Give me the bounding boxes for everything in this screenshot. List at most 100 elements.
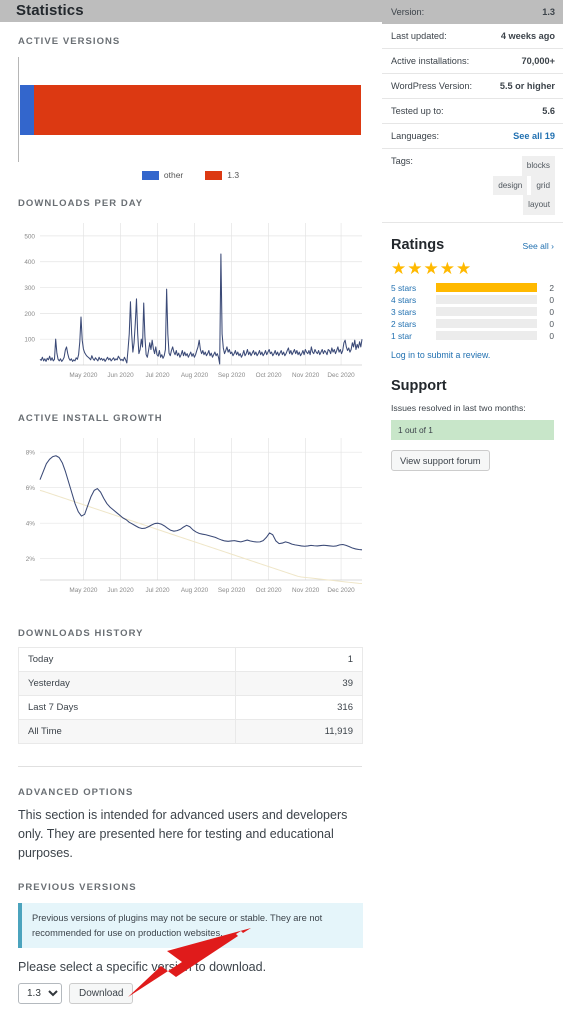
y-tick-label: 200 xyxy=(24,311,35,318)
submit-review-link[interactable]: Log in to submit a review. xyxy=(391,350,554,360)
active-install-growth-chart: 2% 4% 6% 8% May 2020 Jun 2020 Jul 2020 Aug 2020… xyxy=(26,438,363,594)
rating-label-link[interactable]: 1 star xyxy=(391,331,431,341)
series-growth xyxy=(39,455,363,551)
table-row: Yesterday 39 xyxy=(18,671,364,696)
view-support-forum-button[interactable]: View support forum xyxy=(391,449,490,471)
legend-item-1.3: 1.3 xyxy=(205,170,239,180)
legend-label-other: other xyxy=(163,170,184,180)
x-tick-label: Jul 2020 xyxy=(145,587,170,594)
history-count-value: 1 xyxy=(234,647,364,672)
meta-value[interactable]: See all 19 xyxy=(480,124,563,149)
meta-value: 1.3 xyxy=(542,7,555,17)
x-tick-label: Nov 2020 xyxy=(292,372,320,379)
x-tick-label: Dec 2020 xyxy=(327,587,355,594)
active-install-growth-heading: Active Install Growth xyxy=(18,413,163,424)
x-tick-label: Jul 2020 xyxy=(145,372,170,379)
ratings-see-all-link[interactable]: See all › xyxy=(522,241,554,251)
rating-bar-track xyxy=(436,319,537,329)
x-tick-label: Jun 2020 xyxy=(107,587,134,594)
meta-row: WordPress Version: 5.5 or higher xyxy=(382,74,563,99)
star-rating: ★★★★★ xyxy=(391,258,473,278)
downloads-per-day-chart: 100 200 300 400 500 May 2020 Jun 2020 Jul 2020 A… xyxy=(24,223,363,379)
support-title: Support xyxy=(391,377,447,394)
active-versions-heading: Active Versions xyxy=(18,36,121,47)
y-tick-label: 4% xyxy=(26,521,36,528)
rating-row: 5 stars 2 xyxy=(391,283,554,293)
tag-grid[interactable]: grid xyxy=(531,175,555,196)
rating-label-link[interactable]: 4 stars xyxy=(391,295,431,305)
version-segment-other xyxy=(20,85,34,135)
rating-label-link[interactable]: 3 stars xyxy=(391,307,431,317)
rating-label-link[interactable]: 5 stars xyxy=(391,283,431,293)
history-period-label: Yesterday xyxy=(18,671,236,696)
rating-row: 3 stars 0 xyxy=(391,307,554,317)
history-period-label: All Time xyxy=(18,719,236,744)
rating-label-link[interactable]: 2 stars xyxy=(391,319,431,329)
meta-value: 5.6 xyxy=(542,106,555,116)
tag-blocks[interactable]: blocks xyxy=(521,156,555,176)
x-tick-label: Sep 2020 xyxy=(218,587,246,594)
tag-layout[interactable]: layout xyxy=(523,195,555,215)
y-tick-label: 8% xyxy=(26,450,36,457)
tag-design[interactable]: design xyxy=(493,175,528,196)
y-tick-label: 2% xyxy=(26,556,36,563)
previous-versions-heading: Previous Versions xyxy=(18,882,137,894)
y-tick-label: 6% xyxy=(26,485,36,492)
page-title: Statistics xyxy=(16,2,84,19)
meta-key: Languages: xyxy=(391,131,440,141)
meta-value: 70,000+ xyxy=(521,56,555,66)
languages-link[interactable]: See all 19 xyxy=(513,131,555,141)
statistics-page: Statistics Active Versions other 1.3 Down… xyxy=(0,0,563,1024)
legend-swatch-1.3 xyxy=(205,170,223,180)
y-tick-label: 300 xyxy=(24,285,35,292)
tag-list: blocksdesign gridlayout xyxy=(480,149,563,223)
version-select[interactable]: 1.3 xyxy=(18,983,62,1005)
plugin-meta-table: Version: 1.3 Last updated: 4 weeks ago Activ… xyxy=(382,0,563,223)
version-segment-1.3 xyxy=(33,85,361,135)
active-install-growth-section: Active Install Growth 2% 4% 6% 8% May 2020 Ju… xyxy=(0,413,380,610)
rating-count: 2 xyxy=(549,282,554,293)
downloads-history-section: Downloads History Today 1 Yesterday 39 Last … xyxy=(0,628,380,744)
meta-key: Last updated: xyxy=(391,31,447,41)
active-versions-section: Active Versions other 1.3 xyxy=(0,36,380,180)
y-tick-label: 400 xyxy=(24,259,35,266)
meta-key: Active installations: xyxy=(391,56,470,66)
download-button[interactable]: Download xyxy=(69,983,134,1005)
x-tick-label: Oct 2020 xyxy=(256,372,282,379)
x-tick-label: Sep 2020 xyxy=(218,372,246,379)
x-tick-label: May 2020 xyxy=(69,372,98,379)
downloads-per-day-heading: Downloads Per Day xyxy=(18,198,144,209)
meta-key: WordPress Version: xyxy=(391,81,473,91)
meta-key: Tested up to: xyxy=(391,106,444,116)
x-tick-label: Dec 2020 xyxy=(327,372,355,379)
x-tick-label: Aug 2020 xyxy=(181,587,209,594)
rating-row: 4 stars 0 xyxy=(391,295,554,305)
rating-bar-track xyxy=(436,295,537,305)
advanced-options-section: Advanced Options This section is intende… xyxy=(0,787,380,1005)
ratings-header: Ratings See all › xyxy=(391,237,554,253)
rating-row: 2 stars 0 xyxy=(391,319,554,329)
previous-versions-notice: Previous versions of plugins may not be … xyxy=(18,903,363,949)
legend-item-other: other xyxy=(141,170,184,180)
series-downloads_per_day xyxy=(39,253,363,365)
meta-row: Tested up to: 5.6 xyxy=(382,99,563,124)
legend-label-1.3: 1.3 xyxy=(227,170,240,180)
main-column: Active Versions other 1.3 Downloads Per D… xyxy=(0,22,380,1005)
sidebar: Version: 1.3 Last updated: 4 weeks ago Activ… xyxy=(382,0,563,471)
x-tick-label: Aug 2020 xyxy=(181,372,209,379)
rating-bar-fill xyxy=(436,283,537,293)
table-row: Last 7 Days 316 xyxy=(18,695,364,720)
rating-bar-track xyxy=(436,283,537,293)
chart-axis xyxy=(18,57,19,162)
version-distribution-bar xyxy=(20,85,361,135)
meta-row: Languages: See all 19 xyxy=(382,124,563,149)
meta-value: 4 weeks ago xyxy=(500,31,555,41)
rating-bar-track xyxy=(436,331,537,341)
active-versions-legend: other 1.3 xyxy=(18,170,363,180)
rating-count: 0 xyxy=(549,306,554,317)
meta-row: Version: 1.3 xyxy=(382,0,563,24)
x-tick-label: May 2020 xyxy=(69,587,98,594)
history-count-value: 316 xyxy=(234,695,364,720)
advanced-options-description: This section is intended for advanced us… xyxy=(18,808,348,860)
x-tick-label: Nov 2020 xyxy=(292,587,320,594)
